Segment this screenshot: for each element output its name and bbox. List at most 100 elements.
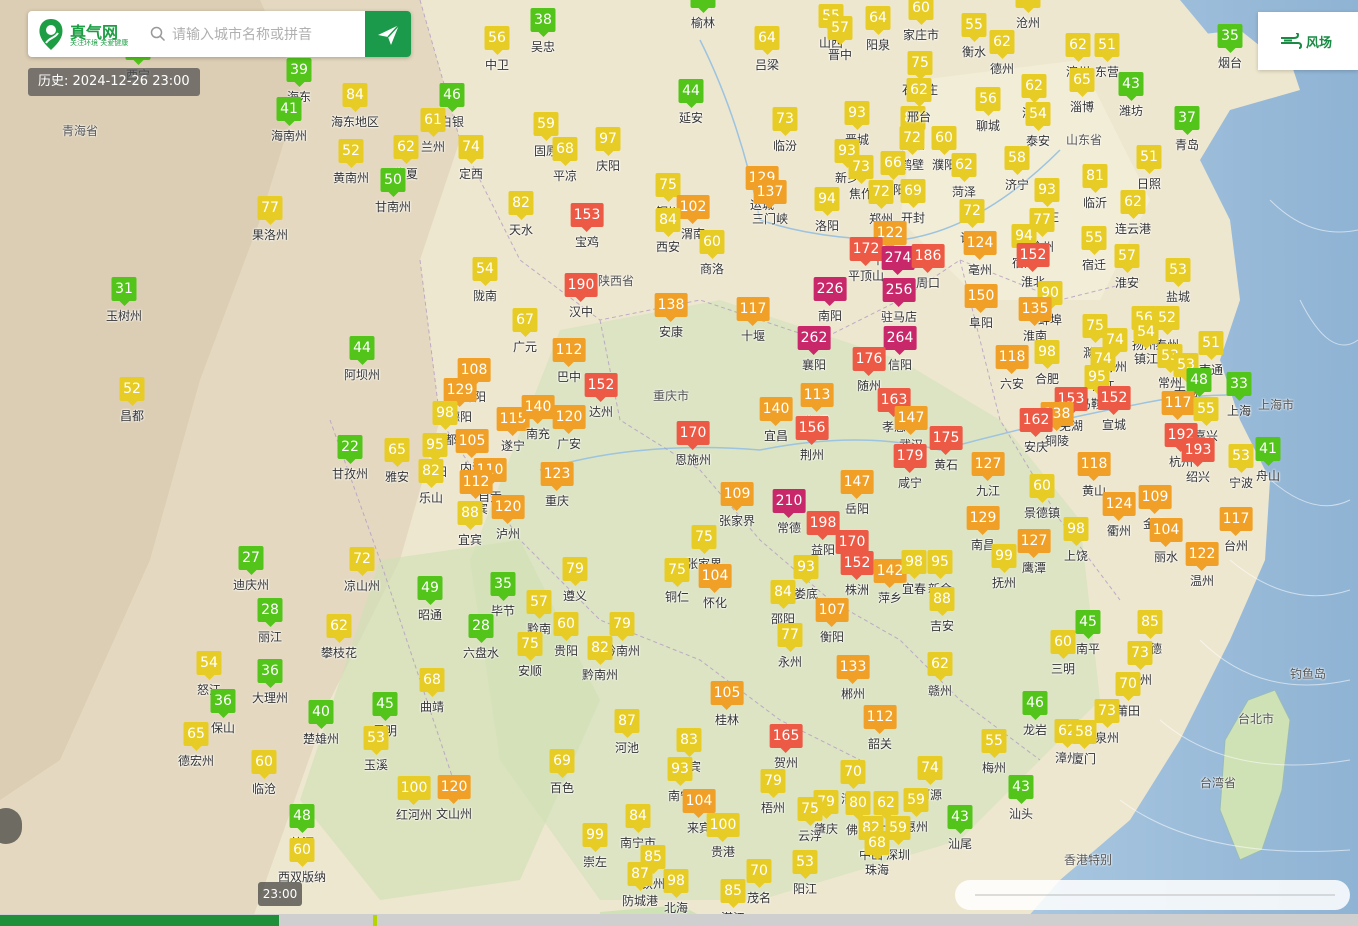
aqi-marker[interactable]: 44 <box>678 79 704 108</box>
aqi-marker[interactable]: 127 <box>1017 529 1051 558</box>
aqi-marker[interactable]: 100 <box>706 813 740 842</box>
aqi-marker[interactable]: 98 <box>1063 517 1089 546</box>
aqi-marker[interactable]: 75 <box>655 173 681 202</box>
aqi-marker[interactable]: 87 <box>614 709 640 738</box>
aqi-marker[interactable]: 68 <box>552 137 578 166</box>
aqi-marker[interactable]: 98 <box>1034 340 1060 369</box>
aqi-marker[interactable]: 210 <box>772 489 806 518</box>
aqi-marker[interactable]: 46 <box>439 83 465 112</box>
aqi-marker[interactable]: 60 <box>553 612 579 641</box>
aqi-marker[interactable]: 88 <box>929 587 955 616</box>
aqi-marker[interactable]: 31 <box>111 277 137 306</box>
aqi-marker[interactable]: 87 <box>627 862 653 891</box>
aqi-marker[interactable]: 62 <box>326 614 352 643</box>
aqi-marker[interactable]: 40 <box>308 700 334 729</box>
aqi-marker[interactable]: 97 <box>595 127 621 156</box>
aqi-marker[interactable]: 150 <box>964 284 998 313</box>
aqi-marker[interactable]: 107 <box>815 598 849 627</box>
aqi-marker[interactable]: 165 <box>769 724 803 753</box>
aqi-marker[interactable]: 256 <box>882 278 916 307</box>
search-input[interactable] <box>170 17 364 53</box>
aqi-marker[interactable]: 124 <box>963 231 997 260</box>
aqi-marker[interactable]: 98 <box>663 869 689 898</box>
aqi-marker[interactable]: 56 <box>975 87 1001 116</box>
aqi-marker[interactable]: 118 <box>995 345 1029 374</box>
aqi-marker[interactable]: 93 <box>1034 178 1060 207</box>
timeline-marker[interactable] <box>373 915 377 926</box>
aqi-marker[interactable]: 62 <box>927 652 953 681</box>
aqi-marker[interactable]: 98 <box>432 401 458 430</box>
aqi-marker[interactable]: 95 <box>422 433 448 462</box>
aqi-marker[interactable]: 43 <box>1118 72 1144 101</box>
aqi-marker[interactable]: 55 <box>1193 397 1219 426</box>
aqi-marker[interactable]: 122 <box>1185 542 1219 571</box>
aqi-marker[interactable]: 84 <box>655 208 681 237</box>
aqi-marker[interactable]: 147 <box>894 406 928 435</box>
aqi-marker[interactable]: 94 <box>814 187 840 216</box>
aqi-marker[interactable]: 53 <box>363 726 389 755</box>
aqi-marker[interactable]: 62 <box>989 30 1015 59</box>
map-scale-control[interactable] <box>955 880 1350 910</box>
aqi-marker[interactable]: 104 <box>682 789 716 818</box>
aqi-marker[interactable]: 74 <box>458 135 484 164</box>
aqi-marker[interactable]: 84 <box>625 804 651 833</box>
aqi-marker[interactable]: 60 <box>1050 630 1076 659</box>
aqi-marker[interactable]: 66 <box>880 151 906 180</box>
aqi-marker[interactable]: 44 <box>349 336 375 365</box>
aqi-marker[interactable]: 57 <box>827 16 853 45</box>
aqi-marker[interactable]: 60 <box>1015 0 1041 13</box>
aqi-marker[interactable]: 62 <box>1120 190 1146 219</box>
aqi-marker[interactable]: 135 <box>1018 297 1052 326</box>
aqi-marker[interactable]: 33 <box>1226 372 1252 401</box>
aqi-marker[interactable]: 109 <box>1138 485 1172 514</box>
aqi-marker[interactable]: 102 <box>676 195 710 224</box>
aqi-marker[interactable]: 73 <box>772 107 798 136</box>
aqi-marker[interactable]: 68 <box>419 668 445 697</box>
aqi-marker[interactable]: 118 <box>1077 452 1111 481</box>
aqi-marker[interactable]: 152 <box>1016 243 1050 272</box>
aqi-marker[interactable]: 99 <box>991 544 1017 573</box>
aqi-marker[interactable]: 264 <box>883 326 917 355</box>
aqi-marker[interactable]: 64 <box>865 6 891 35</box>
aqi-marker[interactable]: 113 <box>800 383 834 412</box>
aqi-marker[interactable]: 72 <box>959 199 985 228</box>
aqi-marker[interactable]: 85 <box>1137 610 1163 639</box>
aqi-marker[interactable]: 179 <box>893 444 927 473</box>
aqi-marker[interactable]: 54 <box>1133 320 1159 349</box>
aqi-marker[interactable]: 36 <box>210 689 236 718</box>
aqi-marker[interactable]: 88 <box>457 501 483 530</box>
aqi-marker[interactable]: 274 <box>881 246 915 275</box>
aqi-marker[interactable]: 70 <box>840 760 866 789</box>
aqi-marker[interactable]: 55 <box>981 729 1007 758</box>
aqi-marker[interactable]: 156 <box>795 416 829 445</box>
aqi-marker[interactable]: 52 <box>119 377 145 406</box>
aqi-marker[interactable]: 65 <box>384 438 410 467</box>
aqi-marker[interactable]: 82 <box>418 459 444 488</box>
aqi-marker[interactable]: 75 <box>797 797 823 826</box>
aqi-marker[interactable]: 60 <box>1029 474 1055 503</box>
aqi-marker[interactable]: 176 <box>852 347 886 376</box>
aqi-marker[interactable]: 82 <box>508 191 534 220</box>
aqi-marker[interactable]: 117 <box>1161 391 1195 420</box>
aqi-marker[interactable]: 117 <box>1219 507 1253 536</box>
aqi-marker[interactable]: 117 <box>736 297 770 326</box>
aqi-marker[interactable]: 147 <box>840 470 874 499</box>
aqi-marker[interactable]: 60 <box>251 750 277 779</box>
aqi-marker[interactable]: 41 <box>1255 437 1281 466</box>
aqi-marker[interactable]: 73 <box>1127 641 1153 670</box>
aqi-marker[interactable]: 84 <box>342 83 368 112</box>
aqi-marker[interactable]: 72 <box>349 547 375 576</box>
aqi-marker[interactable]: 27 <box>238 546 264 575</box>
aqi-marker[interactable]: 162 <box>1019 408 1053 437</box>
aqi-marker[interactable]: 69 <box>900 179 926 208</box>
aqi-marker[interactable]: 152 <box>584 373 618 402</box>
aqi-marker[interactable]: 133 <box>836 655 870 684</box>
aqi-marker[interactable]: 65 <box>183 722 209 751</box>
aqi-marker[interactable]: 48 <box>289 804 315 833</box>
aqi-marker[interactable]: 62 <box>1021 74 1047 103</box>
aqi-marker[interactable]: 35 <box>1217 24 1243 53</box>
aqi-marker[interactable]: 48 <box>1186 368 1212 397</box>
aqi-marker[interactable]: 175 <box>929 426 963 455</box>
aqi-marker[interactable]: 190 <box>564 273 598 302</box>
aqi-marker[interactable]: 72 <box>899 126 925 155</box>
